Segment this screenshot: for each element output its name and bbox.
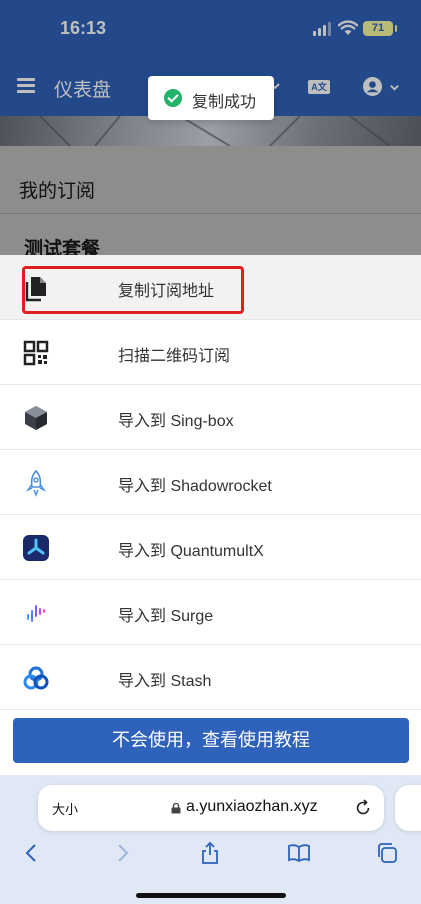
back-icon[interactable] <box>20 841 44 865</box>
subscription-action-sheet: 复制订阅地址 扫描二维码订阅 导入到 Sing-box 导入到 Shadowro… <box>0 255 421 775</box>
sing-box-icon <box>25 406 47 430</box>
item-label: 导入到 Shadowrocket <box>118 478 272 495</box>
url-text: a.yunxiaozhan.xyz <box>186 798 318 815</box>
browser-nav-row <box>0 833 421 873</box>
import-surge-item[interactable]: 导入到 Surge <box>0 580 421 645</box>
import-quantumultx-item[interactable]: 导入到 QuantumultX <box>0 515 421 580</box>
quantumultx-icon <box>23 535 49 561</box>
highlight-box <box>22 266 244 314</box>
item-label: 导入到 QuantumultX <box>118 543 264 560</box>
divider <box>0 213 421 214</box>
page-background: 我的订阅 测试套餐 <box>0 146 421 260</box>
banner-image <box>0 116 421 146</box>
browser-toolbar: 大小 a.yunxiaozhan.xyz <box>0 775 421 904</box>
import-sing-box-item[interactable]: 导入到 Sing-box <box>0 385 421 450</box>
reload-icon[interactable] <box>354 799 372 817</box>
bookmarks-icon[interactable] <box>287 841 311 865</box>
import-shadowrocket-item[interactable]: 导入到 Shadowrocket <box>0 450 421 515</box>
shadowrocket-icon <box>25 469 47 497</box>
check-circle-icon <box>164 89 182 107</box>
item-label: 扫描二维码订阅 <box>118 348 231 365</box>
item-label: 导入到 Stash <box>118 673 212 690</box>
section-title: 我的订阅 <box>19 181 96 202</box>
surge-icon <box>27 605 45 622</box>
tabs-icon[interactable] <box>375 841 399 865</box>
toast-notification: 复制成功 <box>148 76 274 120</box>
next-tab-peek[interactable] <box>395 785 421 831</box>
lock-icon <box>171 803 181 814</box>
qrcode-icon <box>23 340 49 366</box>
import-stash-item[interactable]: 导入到 Stash <box>0 645 421 710</box>
item-label: 导入到 Sing-box <box>118 413 234 430</box>
toast-message: 复制成功 <box>192 94 257 111</box>
text-size-button[interactable]: 大小 <box>52 799 78 818</box>
share-icon[interactable] <box>198 841 222 865</box>
stash-icon <box>23 666 49 690</box>
scan-qrcode-item[interactable]: 扫描二维码订阅 <box>0 320 421 385</box>
address-bar[interactable]: 大小 a.yunxiaozhan.xyz <box>38 785 384 831</box>
home-indicator <box>136 893 286 898</box>
copy-subscription-item[interactable]: 复制订阅地址 <box>0 255 421 320</box>
tutorial-button[interactable]: 不会使用，查看使用教程 <box>13 718 409 763</box>
item-label: 导入到 Surge <box>118 608 214 625</box>
forward-icon[interactable] <box>110 841 134 865</box>
